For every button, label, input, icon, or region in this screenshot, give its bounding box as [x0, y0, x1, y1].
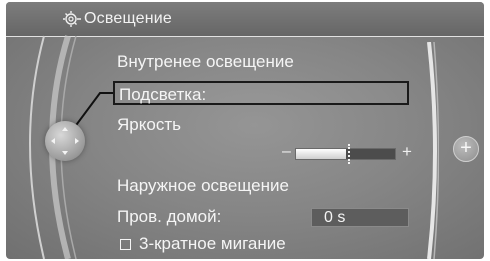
interior-lighting-heading: Внутренее освещение: [117, 52, 294, 71]
brightness-label: Яркость: [117, 115, 181, 134]
slider-decrease[interactable]: –: [282, 143, 291, 161]
display-screen: Освещение + Внутренее освещение Подсветк…: [6, 2, 484, 259]
arrow-right-icon: [75, 138, 79, 144]
exterior-lighting-heading: Наружное освещение: [117, 176, 289, 195]
brightness-slider[interactable]: [295, 144, 396, 164]
arrow-left-icon: [51, 138, 55, 144]
plus-icon[interactable]: +: [453, 136, 479, 162]
slider-center-mark: [348, 144, 352, 164]
slider-fill: [296, 149, 346, 159]
controller-joystick-icon[interactable]: [45, 121, 85, 161]
scrollbar[interactable]: [427, 42, 439, 259]
menu-item-backlight[interactable]: Подсветка:: [113, 81, 409, 105]
backlight-label: Подсветка:: [119, 85, 207, 104]
home-light-value: 0 s: [324, 209, 346, 226]
arrow-up-icon: [62, 127, 68, 131]
triple-flash-checkbox[interactable]: [120, 239, 131, 250]
home-light-label[interactable]: Пров. домой:: [117, 207, 221, 227]
slider-increase[interactable]: +: [402, 142, 412, 162]
home-light-value-field[interactable]: 0 s: [311, 208, 409, 227]
triple-flash-label[interactable]: 3-кратное мигание: [139, 234, 286, 254]
arrow-down-icon: [62, 151, 68, 155]
